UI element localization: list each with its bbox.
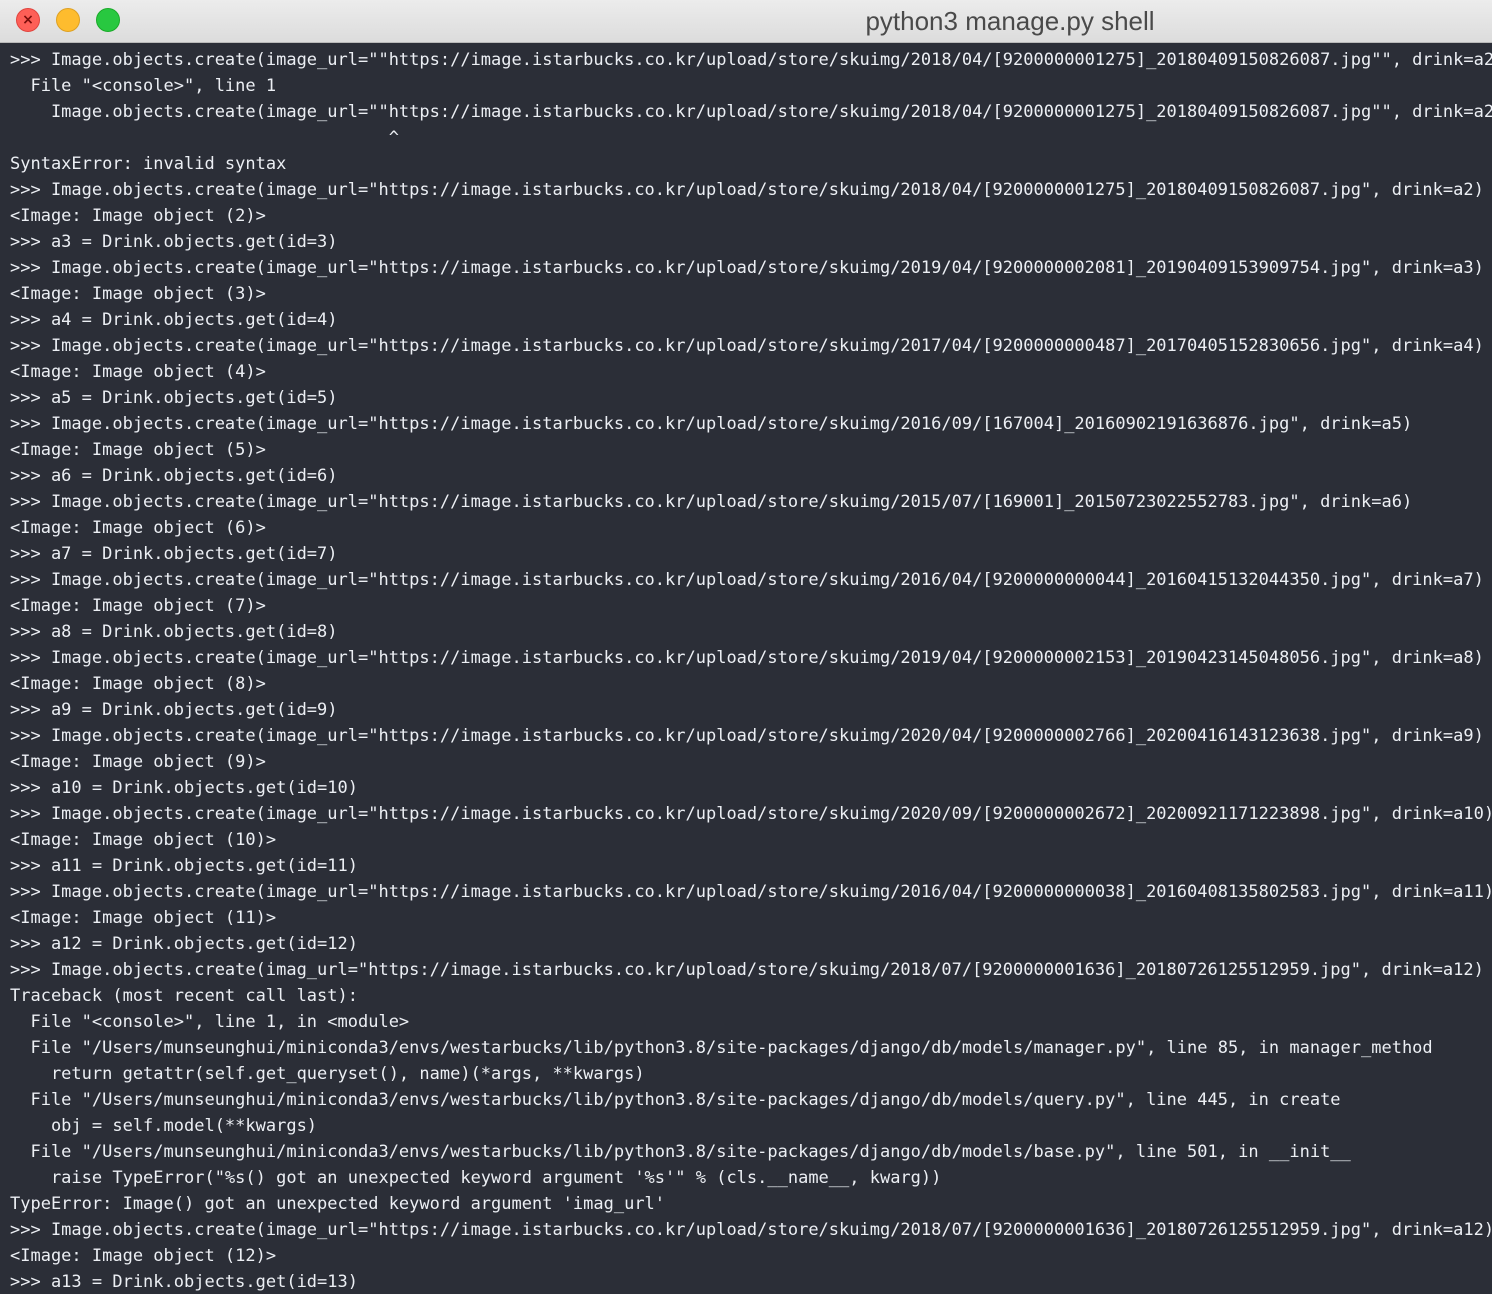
terminal-line: <Image: Image object (5)>	[10, 440, 266, 460]
terminal-line: obj = self.model(**kwargs)	[10, 1116, 318, 1136]
terminal-line: >>> a12 = Drink.objects.get(id=12)	[10, 934, 358, 954]
terminal-line: Traceback (most recent call last):	[10, 986, 358, 1006]
terminal-line: <Image: Image object (12)>	[10, 1246, 277, 1266]
terminal-line: >>> a3 = Drink.objects.get(id=3)	[10, 232, 338, 252]
terminal-line: File "/Users/munseunghui/miniconda3/envs…	[10, 1090, 1341, 1110]
terminal-line: >>> a9 = Drink.objects.get(id=9)	[10, 700, 338, 720]
terminal-line: >>> a13 = Drink.objects.get(id=13)	[10, 1272, 358, 1292]
terminal-line: <Image: Image object (8)>	[10, 674, 266, 694]
terminal-line: <Image: Image object (2)>	[10, 206, 266, 226]
terminal-line: <Image: Image object (9)>	[10, 752, 266, 772]
terminal-line: >>> Image.objects.create(imag_url="https…	[10, 960, 1484, 980]
zoom-button[interactable]	[96, 8, 120, 32]
terminal-line: <Image: Image object (11)>	[10, 908, 277, 928]
window-title: python3 manage.py shell	[865, 6, 1155, 36]
terminal-line: <Image: Image object (7)>	[10, 596, 266, 616]
terminal-line: SyntaxError: invalid syntax	[10, 154, 287, 174]
terminal-line: ^	[10, 128, 399, 148]
terminal-line: >>> a8 = Drink.objects.get(id=8)	[10, 622, 338, 642]
title-bar[interactable]: × python3 manage.py shell	[0, 0, 1492, 43]
terminal-line: >>> Image.objects.create(image_url="http…	[10, 648, 1484, 668]
terminal-line: File "<console>", line 1	[10, 76, 277, 96]
terminal-line: >>> Image.objects.create(image_url="http…	[10, 492, 1413, 512]
terminal-window: × python3 manage.py shell >>> Image.obje…	[0, 0, 1492, 1294]
terminal-line: >>> a10 = Drink.objects.get(id=10)	[10, 778, 358, 798]
close-button[interactable]: ×	[16, 8, 40, 32]
terminal-line: <Image: Image object (10)>	[10, 830, 277, 850]
terminal-line: raise TypeError("%s() got an unexpected …	[10, 1168, 942, 1188]
terminal-line: <Image: Image object (6)>	[10, 518, 266, 538]
terminal-line: >>> Image.objects.create(image_url="http…	[10, 804, 1492, 824]
terminal-line: >>> Image.objects.create(image_url="http…	[10, 1220, 1492, 1240]
terminal-line: TypeError: Image() got an unexpected key…	[10, 1194, 666, 1214]
terminal-line: >>> a4 = Drink.objects.get(id=4)	[10, 310, 338, 330]
terminal-line: >>> Image.objects.create(image_url="http…	[10, 414, 1413, 434]
terminal-line: >>> Image.objects.create(image_url="http…	[10, 882, 1492, 902]
terminal-line: >>> Image.objects.create(image_url="http…	[10, 258, 1484, 278]
close-icon: ×	[22, 12, 34, 28]
terminal-line: return getattr(self.get_queryset(), name…	[10, 1064, 645, 1084]
terminal-line: File "/Users/munseunghui/miniconda3/envs…	[10, 1142, 1351, 1162]
terminal-line: >>> Image.objects.create(image_url=""htt…	[10, 50, 1492, 70]
terminal-line: <Image: Image object (3)>	[10, 284, 266, 304]
minimize-button[interactable]	[56, 8, 80, 32]
terminal-line: >>> Image.objects.create(image_url="http…	[10, 180, 1484, 200]
terminal-line: File "<console>", line 1, in <module>	[10, 1012, 410, 1032]
terminal-line: >>> Image.objects.create(image_url="http…	[10, 336, 1484, 356]
terminal-line: Image.objects.create(image_url=""https:/…	[10, 102, 1492, 122]
terminal-line: >>> Image.objects.create(image_url="http…	[10, 570, 1484, 590]
terminal-line: >>> a7 = Drink.objects.get(id=7)	[10, 544, 338, 564]
terminal-line: >>> a6 = Drink.objects.get(id=6)	[10, 466, 338, 486]
terminal-line: >>> a5 = Drink.objects.get(id=5)	[10, 388, 338, 408]
terminal-output[interactable]: >>> Image.objects.create(image_url=""htt…	[0, 44, 1492, 1294]
terminal-line: <Image: Image object (4)>	[10, 362, 266, 382]
terminal-line: File "/Users/munseunghui/miniconda3/envs…	[10, 1038, 1433, 1058]
terminal-line: >>> Image.objects.create(image_url="http…	[10, 726, 1484, 746]
terminal-line: >>> a11 = Drink.objects.get(id=11)	[10, 856, 358, 876]
